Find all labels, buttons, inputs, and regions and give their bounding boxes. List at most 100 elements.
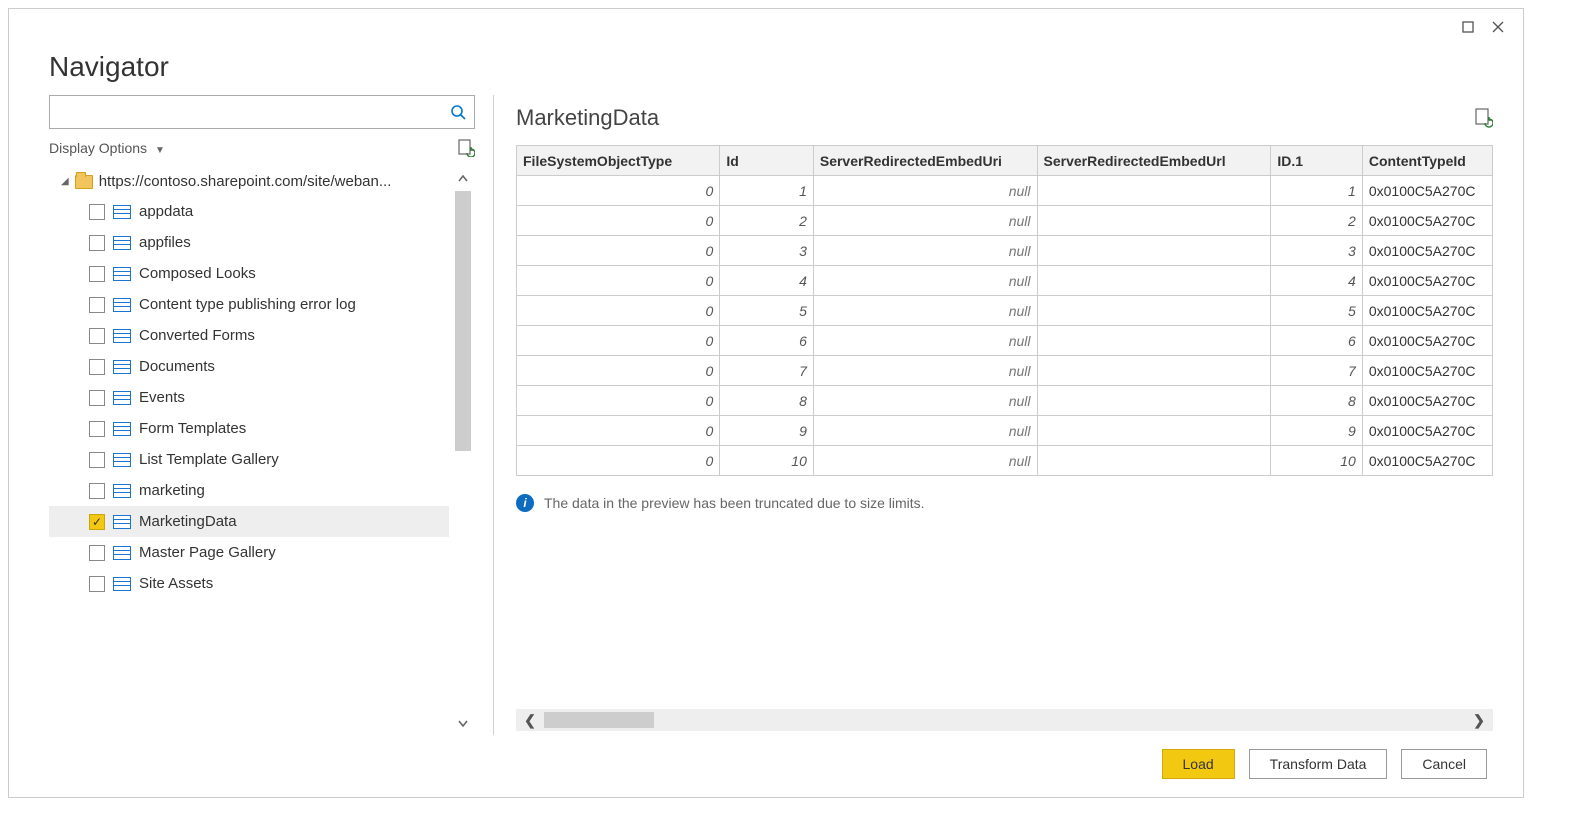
table-cell: null [813, 176, 1037, 206]
table-icon [113, 298, 131, 312]
table-cell: 2 [1271, 206, 1363, 236]
preview-hscrollbar[interactable]: ❮ ❯ [516, 709, 1493, 731]
collapse-icon[interactable]: ◢ [61, 176, 69, 187]
table-cell: 10 [720, 446, 814, 476]
column-header[interactable]: ServerRedirectedEmbedUrl [1037, 146, 1271, 176]
search-icon[interactable] [445, 99, 471, 125]
table-cell: 0 [517, 176, 720, 206]
table-icon [113, 267, 131, 281]
table-cell: 9 [720, 416, 814, 446]
checkbox[interactable]: ✓ [89, 514, 105, 530]
tree-item[interactable]: Events [49, 382, 449, 413]
preview-info-text: The data in the preview has been truncat… [544, 495, 925, 511]
checkbox[interactable] [89, 235, 105, 251]
table-cell: 7 [720, 356, 814, 386]
checkbox[interactable] [89, 483, 105, 499]
table-cell: 0x0100C5A270C [1362, 356, 1492, 386]
tree-item-label: Site Assets [139, 575, 213, 592]
hscroll-thumb[interactable] [544, 712, 654, 728]
checkbox[interactable] [89, 297, 105, 313]
tree-root-label: https://contoso.sharepoint.com/site/weba… [99, 173, 392, 190]
table-icon [113, 391, 131, 405]
checkbox[interactable] [89, 204, 105, 220]
table-row: 08null80x0100C5A270C [517, 386, 1493, 416]
table-cell: 0 [517, 236, 720, 266]
close-icon[interactable] [1483, 15, 1513, 39]
table-icon [113, 236, 131, 250]
table-cell: null [813, 236, 1037, 266]
transform-data-button[interactable]: Transform Data [1249, 749, 1388, 779]
load-button[interactable]: Load [1162, 749, 1235, 779]
scroll-down-icon[interactable] [451, 711, 475, 735]
scroll-up-icon[interactable] [451, 167, 475, 191]
tree-item[interactable]: ✓MarketingData [49, 506, 449, 537]
checkbox[interactable] [89, 421, 105, 437]
tree-item[interactable]: Documents [49, 351, 449, 382]
checkbox[interactable] [89, 390, 105, 406]
table-cell: 0 [517, 266, 720, 296]
checkbox[interactable] [89, 452, 105, 468]
display-options-label: Display Options [49, 140, 147, 156]
info-icon: i [516, 494, 534, 512]
checkbox[interactable] [89, 266, 105, 282]
tree-item[interactable]: Composed Looks [49, 258, 449, 289]
table-cell [1037, 236, 1271, 266]
table-cell: 3 [720, 236, 814, 266]
search-input[interactable] [49, 95, 475, 129]
tree-item[interactable]: Converted Forms [49, 320, 449, 351]
tree-item[interactable]: marketing [49, 475, 449, 506]
checkbox[interactable] [89, 359, 105, 375]
table-icon [113, 484, 131, 498]
tree-item[interactable]: Form Templates [49, 413, 449, 444]
column-header[interactable]: ID.1 [1271, 146, 1363, 176]
preview-title: MarketingData [516, 105, 659, 131]
table-icon [113, 546, 131, 560]
dialog-title: Navigator [49, 51, 1483, 83]
column-header[interactable]: ServerRedirectedEmbedUri [813, 146, 1037, 176]
tree-item[interactable]: Master Page Gallery [49, 537, 449, 568]
column-header[interactable]: ContentTypeId [1362, 146, 1492, 176]
maximize-icon[interactable] [1453, 15, 1483, 39]
table-icon [113, 577, 131, 591]
table-cell [1037, 326, 1271, 356]
preview-info: i The data in the preview has been trunc… [516, 494, 1493, 512]
tree-item[interactable]: appfiles [49, 227, 449, 258]
table-icon [113, 360, 131, 374]
scroll-left-icon[interactable]: ❮ [516, 712, 544, 729]
column-header[interactable]: FileSystemObjectType [517, 146, 720, 176]
table-cell: 0x0100C5A270C [1362, 326, 1492, 356]
tree-item[interactable]: Content type publishing error log [49, 289, 449, 320]
table-cell: 0x0100C5A270C [1362, 176, 1492, 206]
tree-item[interactable]: List Template Gallery [49, 444, 449, 475]
table-cell: 9 [1271, 416, 1363, 446]
dialog-footer: Load Transform Data Cancel [1162, 749, 1487, 779]
navigator-tree: ◢ https://contoso.sharepoint.com/site/we… [49, 167, 449, 599]
tree-scrollbar[interactable] [451, 167, 475, 735]
tree-item[interactable]: Site Assets [49, 568, 449, 599]
table-cell: null [813, 326, 1037, 356]
checkbox[interactable] [89, 576, 105, 592]
checkbox[interactable] [89, 545, 105, 561]
column-header[interactable]: Id [720, 146, 814, 176]
table-row: 02null20x0100C5A270C [517, 206, 1493, 236]
table-cell: 4 [720, 266, 814, 296]
preview-pane: MarketingData FileSystemObjectTypeIdServ… [494, 95, 1523, 735]
table-cell: 10 [1271, 446, 1363, 476]
table-cell: 6 [1271, 326, 1363, 356]
refresh-tree-icon[interactable] [457, 139, 475, 157]
scroll-right-icon[interactable]: ❯ [1465, 712, 1493, 729]
chevron-down-icon: ▼ [155, 145, 165, 156]
tree-root[interactable]: ◢ https://contoso.sharepoint.com/site/we… [49, 167, 449, 196]
cancel-button[interactable]: Cancel [1401, 749, 1487, 779]
navigator-dialog: Navigator Display Options ▼ [8, 8, 1524, 798]
table-cell: 0x0100C5A270C [1362, 386, 1492, 416]
refresh-preview-icon[interactable] [1473, 108, 1493, 128]
table-cell: 8 [1271, 386, 1363, 416]
checkbox[interactable] [89, 328, 105, 344]
display-options-dropdown[interactable]: Display Options ▼ [49, 140, 165, 156]
tree-item-label: Composed Looks [139, 265, 256, 282]
tree-item[interactable]: appdata [49, 196, 449, 227]
table-cell: null [813, 356, 1037, 386]
scroll-thumb[interactable] [455, 191, 471, 451]
table-icon [113, 515, 131, 529]
